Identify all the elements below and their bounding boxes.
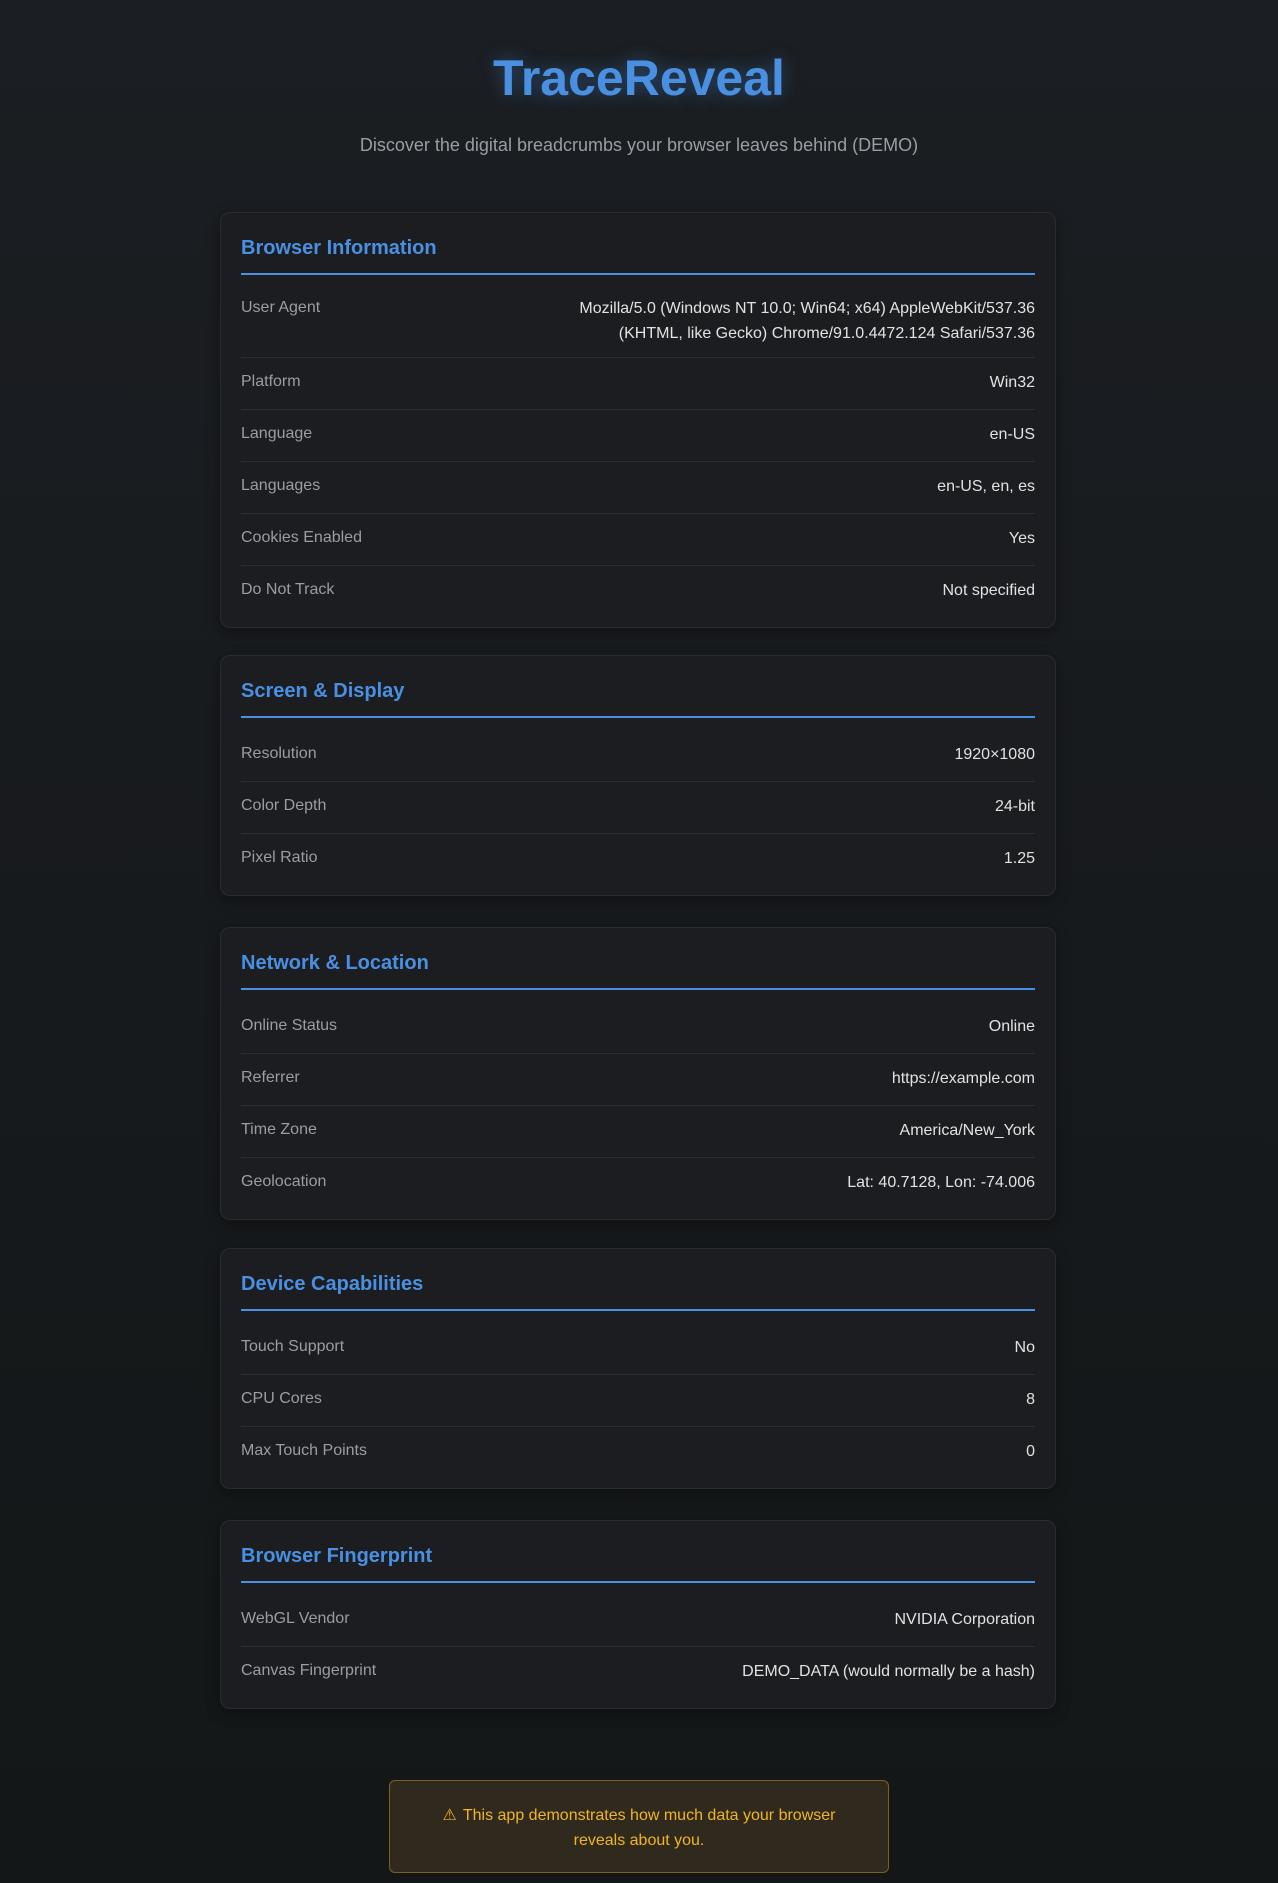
info-row-do-not-track: Do Not Track Not specified <box>241 566 1035 617</box>
info-row-user-agent: User Agent Mozilla/5.0 (Windows NT 10.0;… <box>241 287 1035 358</box>
row-label: Color Depth <box>241 797 327 814</box>
row-label: Max Touch Points <box>241 1442 367 1459</box>
info-row-online-status: Online Status Online <box>241 1002 1035 1054</box>
info-row-cookies-enabled: Cookies Enabled Yes <box>241 514 1035 566</box>
row-value: No <box>1014 1339 1035 1356</box>
card-title: Device Capabilities <box>241 1269 1035 1311</box>
row-label: Online Status <box>241 1017 338 1034</box>
row-value: Win32 <box>989 374 1035 391</box>
row-label: Platform <box>241 373 301 390</box>
card-title: Network & Location <box>241 948 1035 990</box>
info-row-platform: Platform Win32 <box>241 358 1035 410</box>
row-label: Time Zone <box>241 1121 317 1138</box>
network-location-card: Network & Location Online Status Online … <box>220 927 1056 1220</box>
card-title: Browser Fingerprint <box>241 1541 1035 1583</box>
row-value: 24-bit <box>994 798 1035 815</box>
warning-icon: ⚠ <box>442 1805 457 1824</box>
row-value: https://example.com <box>891 1070 1035 1087</box>
info-row-referrer: Referrer https://example.com <box>241 1054 1035 1106</box>
row-label: Languages <box>241 477 321 494</box>
row-value: 0 <box>1026 1443 1035 1460</box>
info-row-canvas-fingerprint: Canvas Fingerprint DEMO_DATA (would norm… <box>241 1647 1035 1698</box>
row-value: Not specified <box>942 582 1036 599</box>
info-row-language: Language en-US <box>241 410 1035 462</box>
row-label: Resolution <box>241 745 317 762</box>
device-capabilities-card: Device Capabilities Touch Support No CPU… <box>220 1248 1056 1489</box>
browser-fingerprint-card: Browser Fingerprint WebGL Vendor NVIDIA … <box>220 1520 1056 1709</box>
info-row-time-zone: Time Zone America/New_York <box>241 1106 1035 1158</box>
info-row-max-touch-points: Max Touch Points 0 <box>241 1427 1035 1478</box>
info-row-webgl-vendor: WebGL Vendor NVIDIA Corporation <box>241 1595 1035 1647</box>
row-value: 1.25 <box>1003 850 1035 867</box>
info-row-pixel-ratio: Pixel Ratio 1.25 <box>241 834 1035 885</box>
warning-banner: ⚠ This app demonstrates how much data you… <box>389 1780 889 1873</box>
row-label: WebGL Vendor <box>241 1610 350 1627</box>
row-label: Canvas Fingerprint <box>241 1662 377 1679</box>
row-value: 1920×1080 <box>954 746 1035 763</box>
info-row-cpu-cores: CPU Cores 8 <box>241 1375 1035 1427</box>
row-label: Cookies Enabled <box>241 529 362 546</box>
row-value: en-US, en, es <box>937 478 1035 495</box>
app-subtitle: Discover the digital breadcrumbs your br… <box>359 135 919 155</box>
app-title: TraceReveal <box>493 50 785 106</box>
row-value: NVIDIA Corporation <box>894 1611 1035 1628</box>
row-label: User Agent <box>241 299 321 316</box>
info-row-languages: Languages en-US, en, es <box>241 462 1035 514</box>
row-value: 8 <box>1026 1391 1035 1408</box>
row-value: America/New_York <box>899 1122 1035 1139</box>
row-label: Geolocation <box>241 1173 327 1190</box>
row-label: CPU Cores <box>241 1390 322 1407</box>
row-label: Touch Support <box>241 1338 345 1355</box>
info-row-resolution: Resolution 1920×1080 <box>241 730 1035 782</box>
info-row-touch-support: Touch Support No <box>241 1323 1035 1375</box>
row-value: Online <box>988 1018 1035 1035</box>
row-label: Language <box>241 425 313 442</box>
row-value: en-US <box>989 426 1035 443</box>
row-value: Mozilla/5.0 (Windows NT 10.0; Win64; x64… <box>579 300 1035 342</box>
browser-information-card: Browser Information User Agent Mozilla/5… <box>220 212 1056 628</box>
row-value: DEMO_DATA (would normally be a hash) <box>742 1663 1035 1680</box>
row-label: Do Not Track <box>241 581 335 598</box>
row-label: Pixel Ratio <box>241 849 318 866</box>
warning-text: This app demonstrates how much data your… <box>462 1807 836 1849</box>
screen-display-card: Screen & Display Resolution 1920×1080 Co… <box>220 655 1056 896</box>
row-label: Referrer <box>241 1069 300 1086</box>
info-row-color-depth: Color Depth 24-bit <box>241 782 1035 834</box>
card-title: Browser Information <box>241 233 1035 275</box>
card-title: Screen & Display <box>241 676 1035 718</box>
info-row-geolocation: Geolocation Lat: 40.7128, Lon: -74.006 <box>241 1158 1035 1209</box>
row-value: Yes <box>1008 530 1035 547</box>
row-value: Lat: 40.7128, Lon: -74.006 <box>847 1174 1035 1191</box>
